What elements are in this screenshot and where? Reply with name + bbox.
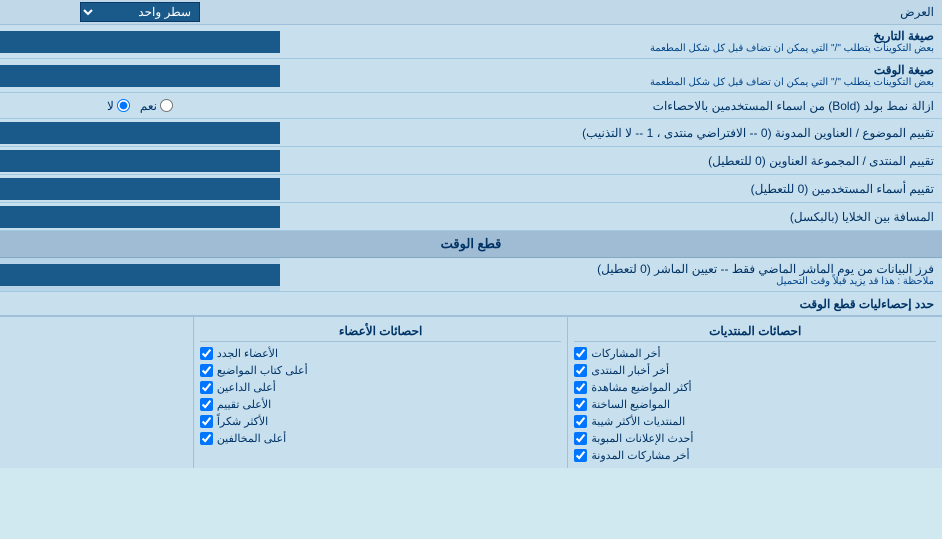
date-format-input[interactable]: d-m [4,35,276,49]
list-item: أعلى المخالفين [200,430,562,447]
users-names-label: تقييم أسماء المستخدمين (0 للتعطيل) [280,178,942,200]
list-item: الأعضاء الجدد [200,345,562,362]
cell-spacing-input[interactable]: 2 [4,210,276,224]
posts-stat-checkbox-1[interactable] [574,364,587,377]
list-item: الأكثر شكراً [200,413,562,430]
forum-group-label: تقييم المنتدى / المجموعة العناوين (0 للت… [280,150,942,172]
users-names-input[interactable]: 0 [4,182,276,196]
list-item: أخر المشاركات [574,345,936,362]
statistics-limit-label: حدد إحصاءليات قطع الوقت [0,294,942,314]
members-stat-checkbox-4[interactable] [200,415,213,428]
display-select[interactable]: سطر واحدسطرينثلاثة أسطر [80,2,200,22]
date-format-label: صيغة التاريخ بعض التكوينات يتطلب "/" الت… [280,25,942,58]
list-item: أخر مشاركات المدونة [574,447,936,464]
members-stats-col: احصائات الأعضاء الأعضاء الجدد أعلى كتاب … [193,317,568,468]
time-format-label: صيغة الوقت بعض التكوينات يتطلب "/" التي … [280,59,942,92]
cell-spacing-label: المسافة بين الخلايا (بالبكسل) [280,206,942,228]
posts-stats-col: احصائات المنتديات أخر المشاركات أخر أخبا… [567,317,942,468]
forum-topic-label: تقييم الموضوع / العناوين المدونة (0 -- ا… [280,122,942,144]
members-stats-header: احصائات الأعضاء [200,321,562,342]
display-label: العرض [280,2,942,22]
forum-group-input[interactable]: 33 [4,154,276,168]
list-item: أعلى كتاب المواضيع [200,362,562,379]
empty-col [0,317,193,468]
list-item: أكثر المواضيع مشاهدة [574,379,936,396]
list-item: أخر أخبار المنتدى [574,362,936,379]
bold-yes-label: نعم [140,99,173,113]
posts-stat-checkbox-3[interactable] [574,398,587,411]
time-cut-fetch-input[interactable]: 0 [4,268,276,282]
posts-stats-header: احصائات المنتديات [574,321,936,342]
posts-stat-checkbox-4[interactable] [574,415,587,428]
members-stat-checkbox-0[interactable] [200,347,213,360]
list-item: المنتديات الأكثر شيبة [574,413,936,430]
list-item: أعلى الداعين [200,379,562,396]
bold-yes-radio[interactable] [160,99,173,112]
members-stat-checkbox-1[interactable] [200,364,213,377]
bold-no-label: لا [107,99,130,113]
bold-remove-label: ازالة نمط بولد (Bold) من اسماء المستخدمي… [280,95,942,117]
posts-stat-checkbox-6[interactable] [574,449,587,462]
time-cut-header: قطع الوقت [0,231,942,258]
posts-stat-checkbox-5[interactable] [574,432,587,445]
members-stat-checkbox-3[interactable] [200,398,213,411]
members-stat-checkbox-5[interactable] [200,432,213,445]
time-format-input[interactable]: H:i [4,69,276,83]
list-item: المواضيع الساخنة [574,396,936,413]
forum-topic-input[interactable]: 33 [4,126,276,140]
time-cut-fetch-label: فرز البيانات من يوم الماشر الماضي فقط --… [280,258,942,291]
members-stat-checkbox-2[interactable] [200,381,213,394]
list-item: أحدث الإعلانات المبوبة [574,430,936,447]
posts-stat-checkbox-2[interactable] [574,381,587,394]
list-item: الأعلى تقييم [200,396,562,413]
posts-stat-checkbox-0[interactable] [574,347,587,360]
bold-no-radio[interactable] [117,99,130,112]
